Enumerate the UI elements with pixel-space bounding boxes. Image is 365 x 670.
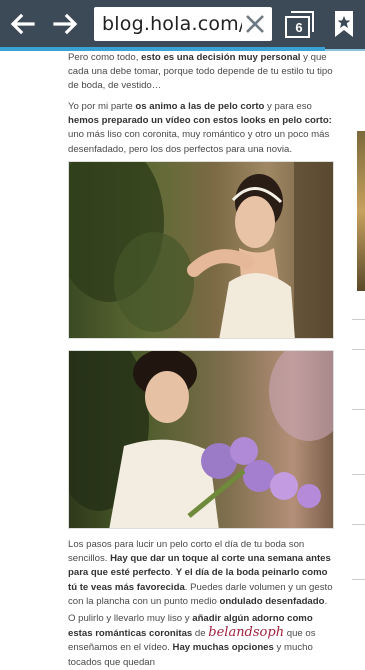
close-icon bbox=[246, 15, 264, 33]
tab-count: 6 bbox=[295, 20, 303, 35]
url-text[interactable]: blog.hola.com/e bbox=[102, 13, 257, 35]
arrow-left-icon bbox=[10, 13, 35, 35]
bride-illustration-2 bbox=[69, 351, 333, 528]
bride-illustration-1 bbox=[69, 162, 333, 338]
bookmark-star-icon bbox=[335, 11, 353, 37]
bride-photo-crown[interactable] bbox=[68, 161, 334, 339]
sidebar-divider bbox=[352, 319, 365, 320]
sidebar-divider bbox=[352, 524, 365, 525]
paragraph-1: Pero como todo, esto es una decisión muy… bbox=[68, 52, 333, 92]
paragraph-2: Yo por mi parte os animo a las de pelo c… bbox=[68, 101, 332, 155]
tabs-button[interactable]: 6 bbox=[283, 8, 315, 40]
belandsoph-link[interactable]: belandsoph bbox=[208, 625, 284, 640]
bride-photo-bouquet[interactable] bbox=[68, 350, 334, 529]
paragraph-3: Los pasos para lucir un pelo corto el dí… bbox=[68, 539, 333, 607]
paragraph-4: O pulirlo y llevarlo muy liso y añadir a… bbox=[68, 613, 316, 668]
bookmark-button[interactable] bbox=[330, 8, 358, 40]
right-sidebar bbox=[350, 49, 365, 650]
arrow-right-icon bbox=[53, 13, 78, 35]
browser-toolbar: blog.hola.com/e 6 bbox=[0, 0, 365, 51]
sidebar-divider bbox=[352, 579, 365, 580]
sidebar-divider bbox=[352, 409, 365, 410]
sidebar-divider bbox=[352, 474, 365, 475]
sidebar-thumbnail[interactable] bbox=[357, 131, 365, 291]
clear-url-button[interactable] bbox=[242, 11, 268, 37]
address-bar[interactable]: blog.hola.com/e bbox=[94, 7, 272, 41]
forward-button[interactable] bbox=[46, 4, 86, 44]
back-button[interactable] bbox=[2, 4, 42, 44]
sidebar-divider bbox=[352, 349, 365, 350]
